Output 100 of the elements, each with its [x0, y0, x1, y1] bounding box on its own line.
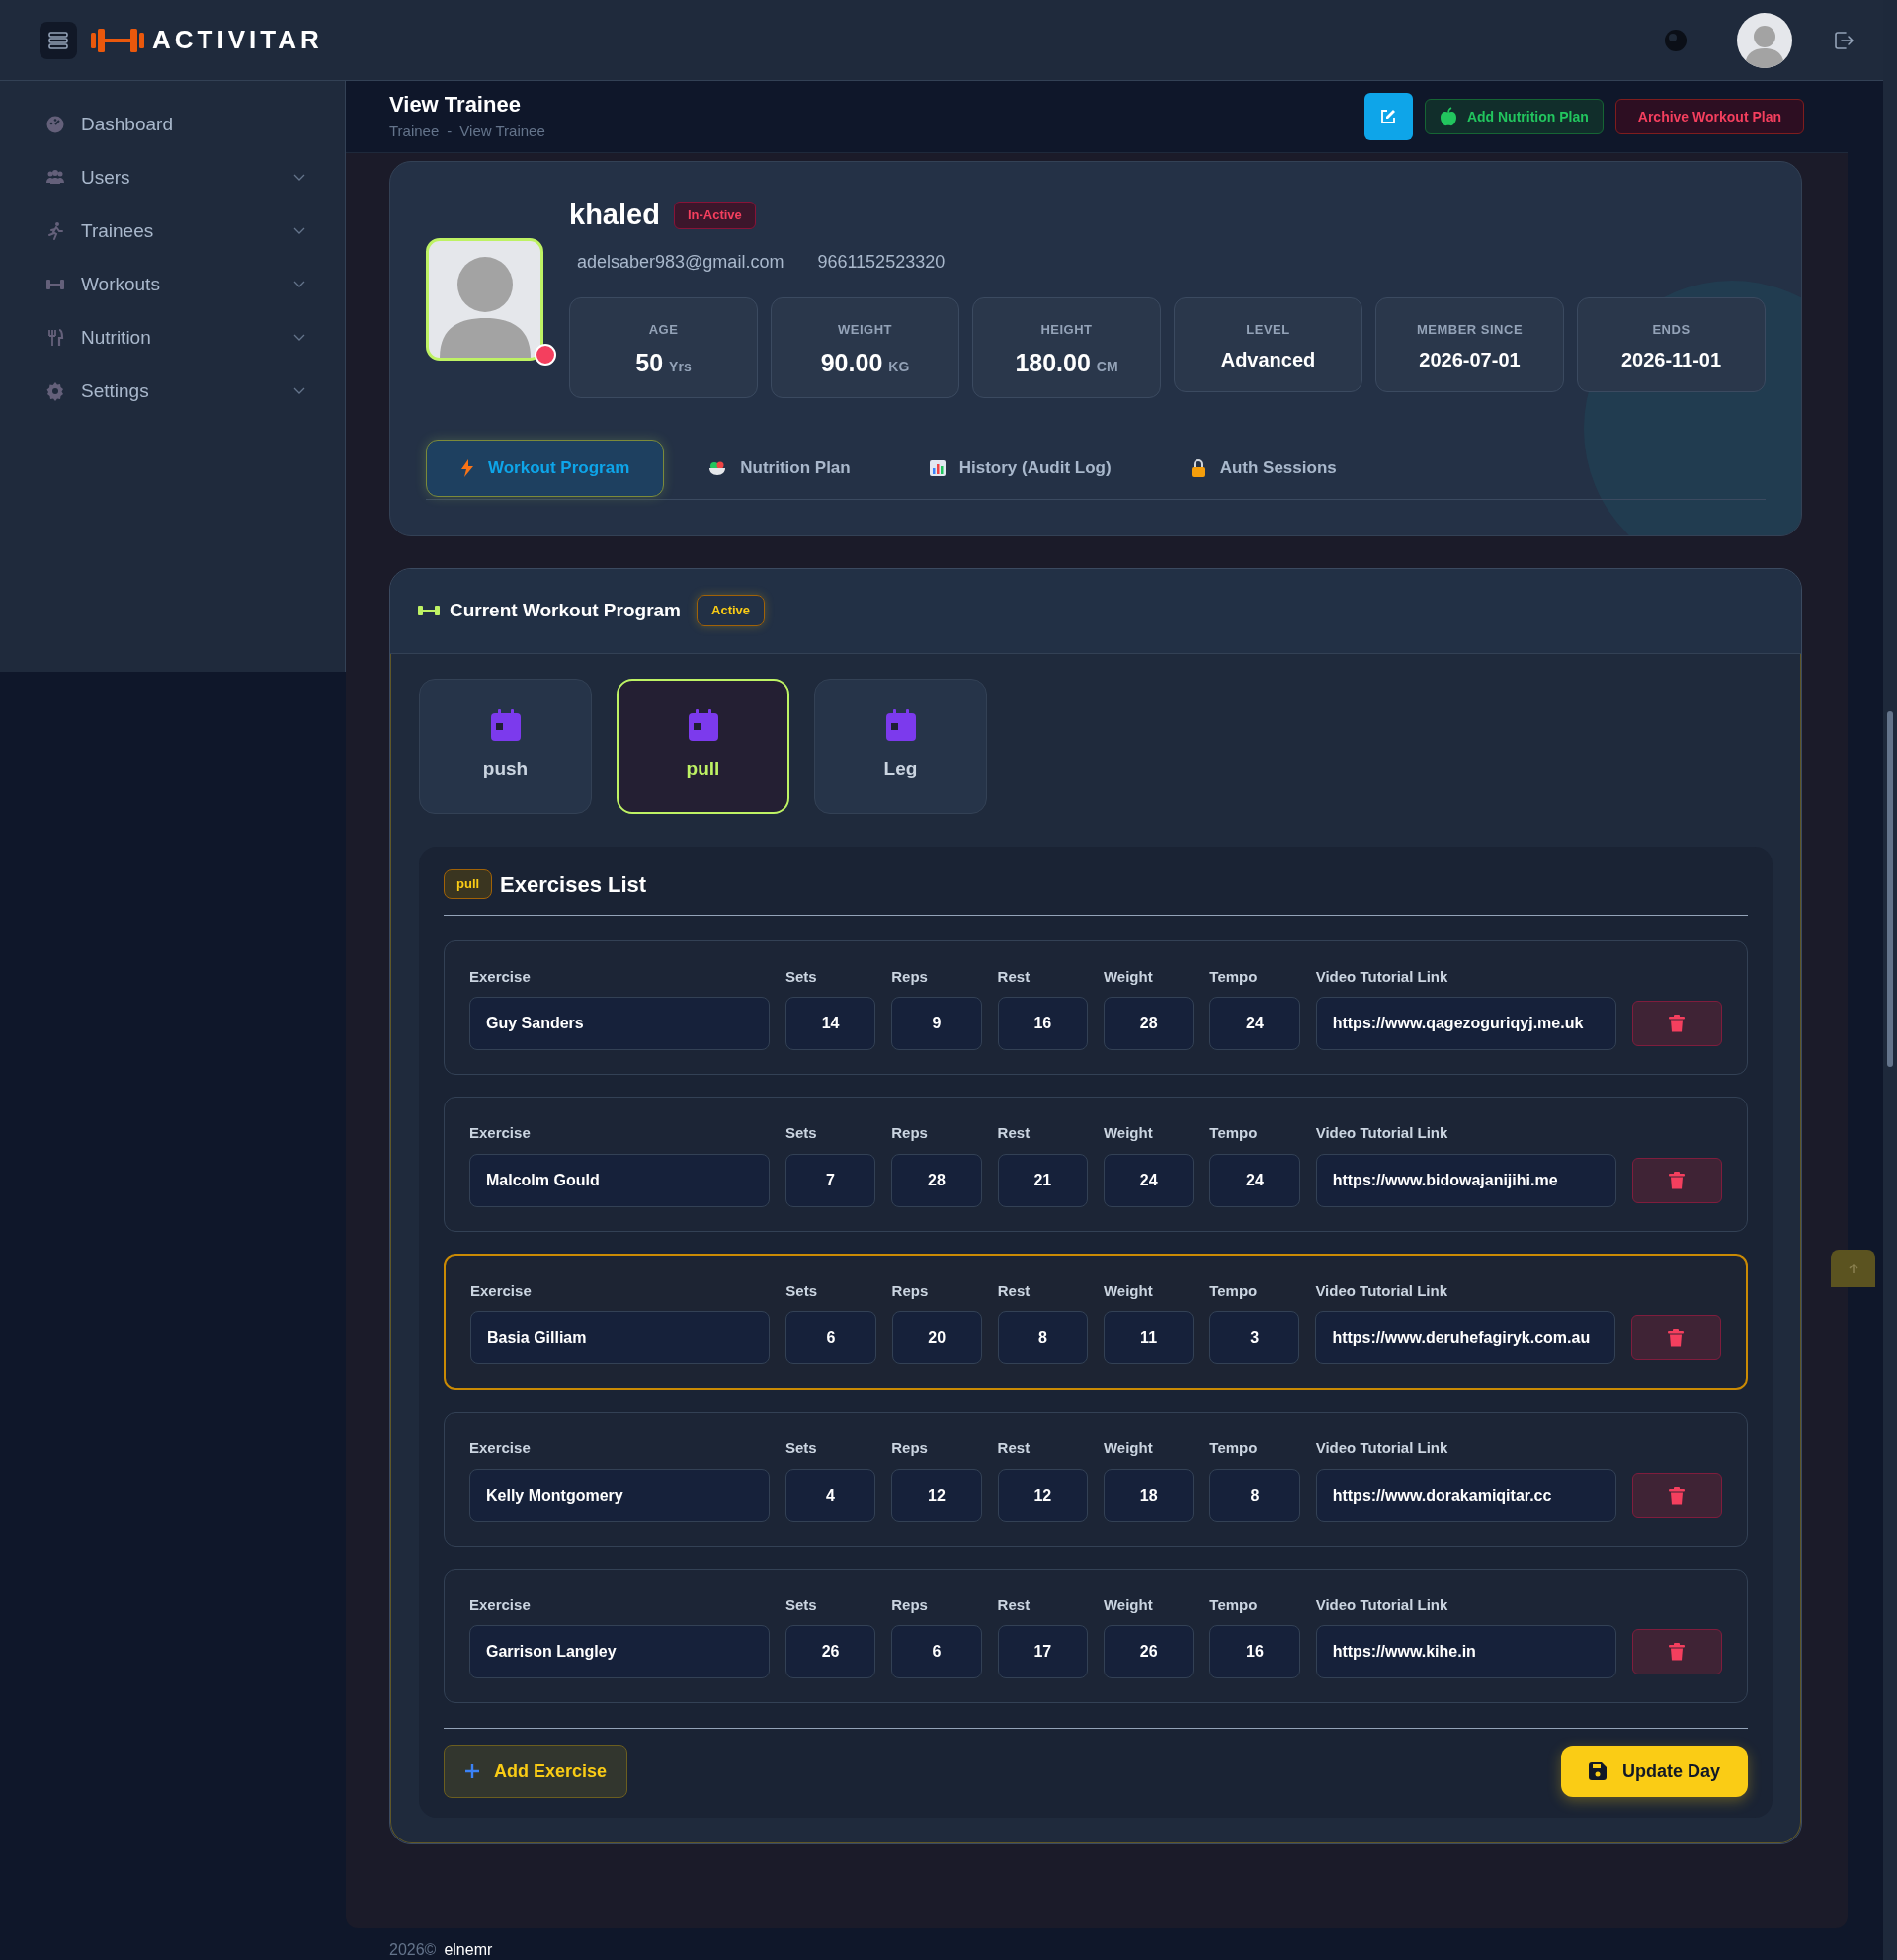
- input-field[interactable]: 28: [891, 1153, 982, 1207]
- input-field[interactable]: 9: [891, 997, 982, 1050]
- field-label: Reps: [891, 1123, 929, 1143]
- input-field[interactable]: 14: [784, 997, 876, 1050]
- scrollbar-thumb[interactable]: [1887, 711, 1893, 1067]
- field-label: Reps: [891, 966, 929, 987]
- stat-unit: KG: [888, 358, 910, 376]
- input-field[interactable]: 21: [997, 1153, 1088, 1207]
- input-field[interactable]: Guy Sanders: [469, 997, 770, 1050]
- day-card[interactable]: Leg: [814, 678, 987, 814]
- field-label: Rest: [997, 1280, 1031, 1301]
- input-field[interactable]: 18: [1103, 1468, 1195, 1522]
- archive-workout-plan-button[interactable]: Archive Workout Plan: [1614, 99, 1804, 134]
- day-card[interactable]: push: [419, 678, 592, 814]
- breadcrumb-separator: -: [447, 121, 453, 141]
- edit-button[interactable]: [1363, 93, 1413, 140]
- sidebar-item[interactable]: Settings: [0, 365, 345, 418]
- plus-icon: [464, 1763, 480, 1779]
- page-title: View Trainee: [389, 90, 522, 119]
- input-field[interactable]: 24: [1209, 1153, 1300, 1207]
- field-label: Video Tutorial Link: [1315, 1123, 1449, 1143]
- delete-button[interactable]: [1631, 1157, 1722, 1203]
- input-field[interactable]: 8: [1209, 1468, 1300, 1522]
- tab[interactable]: Nutrition Plan: [674, 439, 885, 497]
- input-field[interactable]: 16: [997, 997, 1088, 1050]
- input-field[interactable]: 4: [784, 1468, 876, 1522]
- bar-chart-icon: [929, 459, 946, 476]
- field-label: Exercise: [470, 1280, 533, 1301]
- add-exercise-button[interactable]: Add Exercise: [444, 1745, 628, 1798]
- input-field[interactable]: https://www.kihe.in: [1315, 1625, 1616, 1678]
- phone-text: 9661152523320: [817, 250, 946, 274]
- breadcrumb-item[interactable]: Trainee: [389, 120, 440, 143]
- menu-button[interactable]: [40, 21, 77, 59]
- input-field[interactable]: https://www.dorakamiqitar.cc: [1315, 1468, 1616, 1522]
- input-field[interactable]: Garrison Langley: [469, 1625, 770, 1678]
- trash-icon: [1669, 1015, 1686, 1032]
- input-field[interactable]: 3: [1209, 1311, 1300, 1364]
- input-field[interactable]: https://www.qagezoguriqyj.me.uk: [1315, 997, 1616, 1050]
- lock-icon: [1190, 458, 1206, 477]
- delete-button[interactable]: [1631, 1001, 1722, 1046]
- sidebar-item[interactable]: Trainees: [0, 204, 345, 258]
- delete-button[interactable]: [1631, 1472, 1722, 1518]
- stat-card: WEIGHT 90.00 KG: [771, 296, 959, 398]
- input-field[interactable]: 12: [997, 1468, 1088, 1522]
- input-field[interactable]: 24: [1103, 1153, 1195, 1207]
- input-field[interactable]: Kelly Montgomery: [469, 1468, 770, 1522]
- stat-unit: Yrs: [669, 358, 692, 376]
- field-label: Video Tutorial Link: [1315, 1594, 1449, 1615]
- input-field[interactable]: 7: [784, 1153, 876, 1207]
- stat-card: AGE 50 Yrs: [569, 296, 758, 398]
- input-field[interactable]: 12: [891, 1468, 982, 1522]
- input-field[interactable]: 8: [997, 1311, 1088, 1364]
- sidebar-item[interactable]: Nutrition: [0, 311, 345, 365]
- running-person-icon: [45, 221, 65, 241]
- field-label: Tempo: [1209, 1280, 1259, 1301]
- day-card[interactable]: pull: [617, 678, 789, 814]
- delete-button[interactable]: [1631, 1629, 1722, 1674]
- input-field[interactable]: 16: [1209, 1625, 1300, 1678]
- input-field[interactable]: 28: [1103, 997, 1195, 1050]
- stat-unit: CM: [1096, 358, 1118, 376]
- input-field[interactable]: https://www.bidowajanijihi.me: [1315, 1153, 1616, 1207]
- field-label: Sets: [784, 966, 818, 987]
- sidebar-item[interactable]: Workouts: [0, 258, 345, 311]
- input-field[interactable]: 26: [1103, 1625, 1195, 1678]
- delete-button[interactable]: [1630, 1315, 1721, 1360]
- calendar-icon: [885, 708, 916, 741]
- add-nutrition-plan-button[interactable]: Add Nutrition Plan: [1424, 99, 1604, 134]
- input-field[interactable]: 6: [785, 1311, 876, 1364]
- input-field[interactable]: 26: [784, 1625, 876, 1678]
- input-field[interactable]: 24: [1209, 997, 1300, 1050]
- input-field[interactable]: Malcolm Gould: [469, 1153, 770, 1207]
- field-label: Tempo: [1209, 1594, 1259, 1615]
- calendar-icon: [490, 708, 521, 741]
- author-link[interactable]: elnemr: [444, 1938, 493, 1960]
- tab[interactable]: History (Audit Log): [894, 439, 1146, 497]
- field-label: Tempo: [1209, 1438, 1259, 1458]
- fork-knife-icon: [45, 328, 65, 348]
- input-field[interactable]: 17: [997, 1625, 1088, 1678]
- input-field[interactable]: Basia Gilliam: [470, 1311, 771, 1364]
- stat-value: 2026-11-01: [1620, 348, 1722, 372]
- sidebar-item[interactable]: Users: [0, 151, 345, 204]
- input-field[interactable]: https://www.deruhefagiryk.com.au: [1315, 1311, 1615, 1364]
- tab[interactable]: Workout Program: [426, 439, 665, 497]
- input-field[interactable]: 6: [891, 1625, 982, 1678]
- field-label: Exercise: [469, 966, 532, 987]
- status-badge: In-Active: [673, 202, 756, 229]
- update-day-button[interactable]: Update Day: [1560, 1746, 1748, 1797]
- sidebar-item[interactable]: Dashboard: [0, 98, 345, 151]
- field-label: Rest: [997, 966, 1031, 987]
- trash-icon: [1668, 1329, 1685, 1347]
- field-label: Exercise: [469, 1594, 532, 1615]
- status-badge: Active: [697, 595, 766, 626]
- input-field[interactable]: 20: [891, 1311, 982, 1364]
- salad-bowl-icon: [708, 459, 727, 476]
- field-label: Weight: [1103, 1280, 1154, 1301]
- tab[interactable]: Auth Sessions: [1155, 439, 1371, 497]
- stat-card: ENDS 2026-11-01: [1577, 296, 1766, 392]
- input-field[interactable]: 11: [1103, 1311, 1195, 1364]
- day-badge: pull: [444, 869, 493, 899]
- stat-value: 50: [635, 348, 664, 378]
